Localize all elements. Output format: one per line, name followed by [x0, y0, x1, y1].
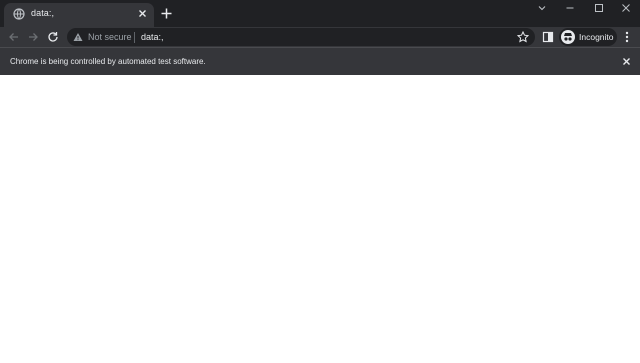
star-icon[interactable] [517, 31, 529, 43]
side-panel-icon[interactable] [542, 30, 554, 44]
tab-title: data:, [31, 8, 55, 18]
new-tab-button[interactable] [160, 7, 173, 20]
tab-active[interactable]: data:, [4, 3, 154, 27]
incognito-icon [561, 30, 575, 44]
infobar-close-icon[interactable] [621, 56, 632, 67]
reload-icon[interactable] [46, 30, 60, 44]
incognito-profile-button[interactable]: Incognito [559, 28, 617, 46]
tab-close-icon[interactable] [137, 8, 148, 19]
automation-infobar: Chrome is being controlled by automated … [0, 47, 640, 75]
three-dot-menu-icon[interactable] [621, 30, 633, 44]
browser-toolbar: Not secure data:, Incognito [0, 27, 640, 47]
arrow-right-icon[interactable] [26, 30, 40, 44]
security-status-label[interactable]: Not secure [88, 32, 132, 42]
globe-icon [13, 8, 25, 20]
arrow-left-icon[interactable] [7, 30, 21, 44]
maximize-icon[interactable] [585, 0, 613, 16]
window-close-icon[interactable] [612, 0, 640, 16]
tab-search-chevron-icon[interactable] [528, 0, 556, 16]
minimize-icon[interactable] [556, 0, 584, 16]
incognito-label: Incognito [579, 32, 614, 42]
omnibox-divider [134, 32, 135, 43]
url-text[interactable]: data:, [141, 32, 164, 42]
infobar-message: Chrome is being controlled by automated … [10, 57, 206, 66]
tab-strip: data:, [0, 0, 640, 27]
address-bar[interactable]: Not secure data:, [67, 28, 535, 46]
page-content [0, 75, 640, 363]
warning-icon[interactable] [73, 32, 83, 42]
